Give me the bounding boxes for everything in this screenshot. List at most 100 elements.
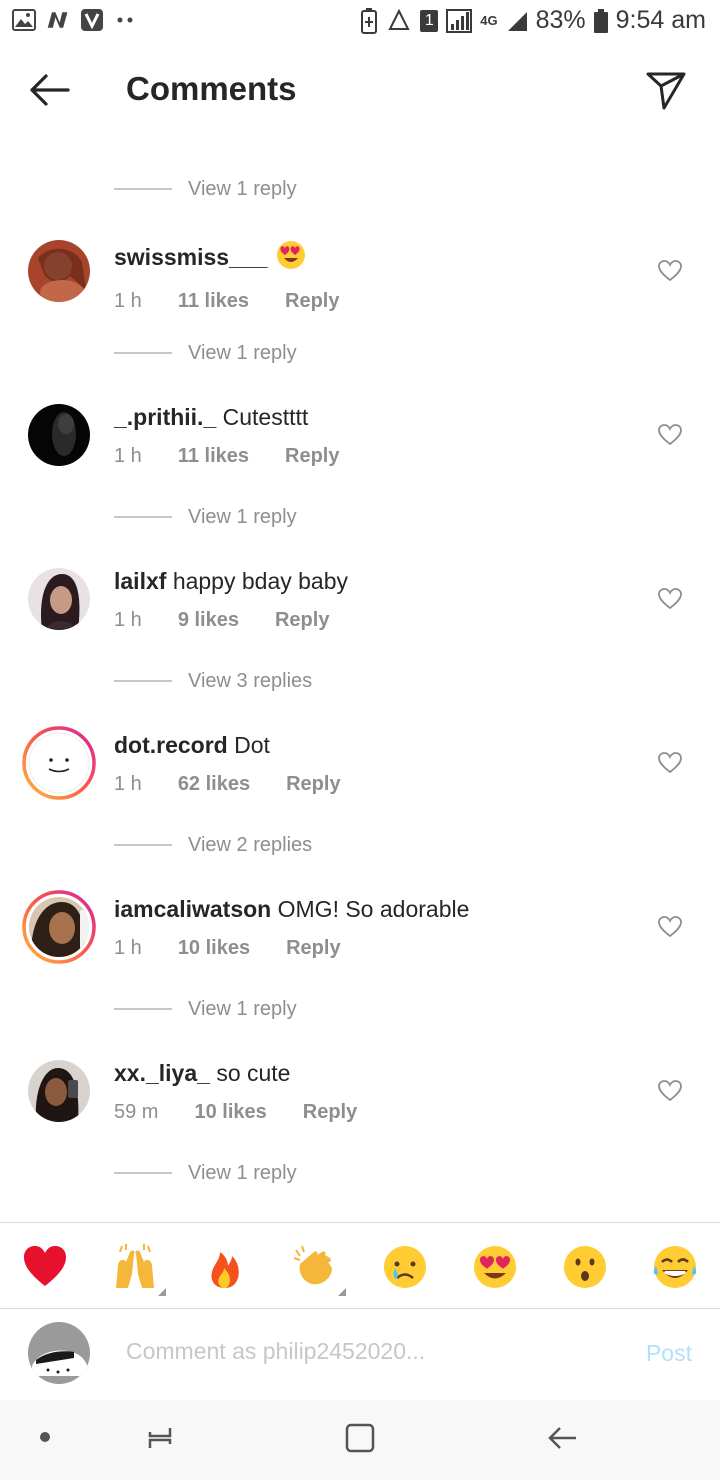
comment-composer: Comment as philip2452020... Post (0, 1310, 720, 1402)
reply-button[interactable]: Reply (286, 773, 340, 796)
reply-button[interactable]: Reply (286, 937, 340, 960)
page-title: Comments (126, 70, 297, 107)
reply-line (114, 188, 172, 190)
heart-eyes-emoji (276, 240, 306, 276)
emoji-quick-bar (0, 1224, 720, 1308)
comment-meta: 1 h 10 likes Reply (114, 937, 640, 960)
reply-line (114, 1008, 172, 1010)
status-left-icons (12, 8, 138, 32)
clock: 9:54 am (615, 6, 706, 34)
comment-item: xx._liya_ so cute 59 m 10 likes Reply (0, 1060, 720, 1170)
reply-line (114, 844, 172, 846)
comment-body: dot.record Dot 1 h 62 likes Reply (114, 732, 640, 796)
comment-input[interactable]: Comment as philip2452020... (126, 1338, 425, 1365)
comment-item: iamcaliwatson OMG! So adorable 1 h 10 li… (0, 890, 720, 1006)
like-heart-icon[interactable] (658, 916, 682, 938)
avatar[interactable] (28, 240, 90, 302)
signal-strength-icon (507, 11, 527, 31)
comment-time: 1 h (114, 609, 142, 631)
comment-item: swissmiss___ 1 h 11 likes Reply (0, 240, 720, 350)
back-nav-icon[interactable] (544, 1420, 580, 1456)
nav-dot-icon (40, 1432, 50, 1442)
reply-button[interactable]: Reply (285, 290, 339, 313)
like-heart-icon[interactable] (658, 1080, 682, 1102)
comment-item: lailxf happy bday baby 1 h 9 likes Reply (0, 568, 720, 678)
fire-emoji[interactable] (202, 1244, 248, 1290)
username[interactable]: _.prithii._ (114, 404, 216, 430)
comment-body: _.prithii._ Cutestttt 1 h 11 likes Reply (114, 404, 640, 468)
avatar[interactable] (28, 404, 90, 466)
comment-body: xx._liya_ so cute 59 m 10 likes Reply (114, 1060, 640, 1124)
comment-time: 1 h (114, 773, 142, 795)
comment-meta: 1 h 11 likes Reply (114, 290, 640, 313)
username[interactable]: xx._liya_ (114, 1060, 210, 1086)
tears-of-joy-emoji[interactable] (652, 1244, 698, 1290)
likes-count[interactable]: 11 likes (178, 290, 249, 313)
signal-icon (446, 8, 473, 33)
comment-body: lailxf happy bday baby 1 h 9 likes Reply (114, 568, 640, 632)
comment-text: happy bday baby (172, 568, 349, 594)
gallery-icon (12, 8, 36, 32)
v-app-icon (80, 8, 104, 32)
likes-count[interactable]: 9 likes (178, 609, 239, 632)
username[interactable]: dot.record (114, 732, 228, 758)
comment-text: Dot (234, 732, 270, 758)
likes-count[interactable]: 10 likes (194, 1101, 266, 1124)
comment-text: so cute (216, 1060, 291, 1086)
username[interactable]: iamcaliwatson (114, 896, 271, 922)
paper-plane-icon[interactable] (644, 68, 688, 112)
comment-item: dot.record Dot 1 h 62 likes Reply (0, 726, 720, 842)
status-right: 1 4G 83% 9:54 am (360, 6, 706, 35)
comment-meta: 1 h 9 likes Reply (114, 609, 640, 632)
like-heart-icon[interactable] (658, 424, 682, 446)
comment-time: 59 m (114, 1101, 159, 1123)
post-button[interactable]: Post (646, 1340, 692, 1367)
username[interactable]: lailxf (114, 568, 166, 594)
comment-text: Cutestttt (222, 404, 309, 430)
comment-meta: 1 h 62 likes Reply (114, 773, 640, 796)
comment-time: 1 h (114, 290, 142, 312)
heart-eyes-emoji[interactable] (472, 1244, 518, 1290)
recent-apps-icon[interactable] (142, 1420, 178, 1456)
avatar[interactable] (22, 726, 96, 800)
header: Comments (0, 52, 720, 128)
avatar[interactable] (22, 890, 96, 964)
reply-button[interactable]: Reply (285, 445, 339, 468)
battery-icon (593, 8, 608, 33)
comment-time: 1 h (114, 445, 142, 467)
arrow-left-icon[interactable] (24, 68, 74, 112)
likes-count[interactable]: 11 likes (178, 445, 249, 468)
comment-text-line: _.prithii._ Cutestttt (114, 404, 640, 431)
raising-hands-emoji[interactable] (112, 1244, 166, 1296)
clapping-hands-emoji[interactable] (292, 1244, 346, 1296)
comment-text-line: lailxf happy bday baby (114, 568, 640, 595)
battery-percent: 83% (535, 6, 586, 34)
comment-text: OMG! So adorable (277, 896, 470, 922)
comment-meta: 1 h 11 likes Reply (114, 445, 640, 468)
red-heart-emoji[interactable] (22, 1244, 68, 1290)
like-heart-icon[interactable] (658, 588, 682, 610)
reply-button[interactable]: Reply (303, 1101, 357, 1124)
likes-count[interactable]: 10 likes (178, 937, 250, 960)
avatar[interactable] (28, 1060, 90, 1122)
battery-saver-icon (361, 7, 378, 34)
reply-button[interactable]: Reply (275, 609, 329, 632)
avatar[interactable] (28, 568, 90, 630)
like-heart-icon[interactable] (658, 260, 682, 282)
recycle-icon (388, 8, 410, 30)
network-type: 4G (480, 12, 498, 28)
comment-time: 1 h (114, 937, 142, 959)
reply-line (114, 1172, 172, 1174)
like-heart-icon[interactable] (658, 752, 682, 774)
crying-face-emoji[interactable] (382, 1244, 428, 1290)
likes-count[interactable]: 62 likes (178, 773, 250, 796)
surprised-face-emoji[interactable] (562, 1244, 608, 1290)
comment-body: swissmiss___ 1 h 11 likes Reply (114, 240, 640, 313)
username[interactable]: swissmiss___ (114, 244, 267, 270)
comment-text-line: swissmiss___ (114, 240, 640, 276)
view-replies-link[interactable]: View 1 reply (114, 174, 297, 204)
divider (0, 1308, 720, 1309)
divider (0, 1222, 720, 1223)
home-icon[interactable] (342, 1420, 378, 1456)
reply-line (114, 516, 172, 518)
